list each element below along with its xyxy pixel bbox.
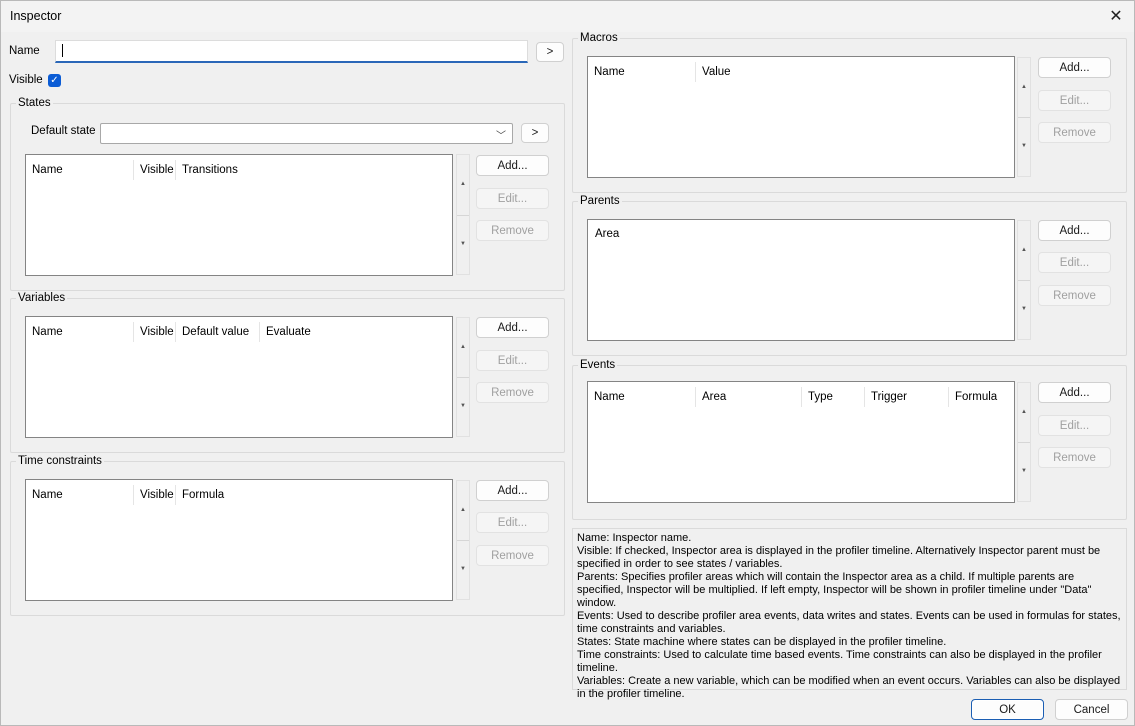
scroll-up-icon[interactable]: ▲ <box>457 344 469 350</box>
scrollbar-divider <box>1018 280 1030 281</box>
time-constraints-edit-button[interactable]: Edit... <box>476 512 549 533</box>
column-header-transitions[interactable]: Transitions <box>175 160 450 180</box>
default-state-label: Default state <box>31 125 96 137</box>
macros-edit-button[interactable]: Edit... <box>1038 90 1111 111</box>
column-header-evaluate[interactable]: Evaluate <box>259 322 449 342</box>
scroll-up-icon[interactable]: ▲ <box>1018 84 1030 90</box>
scrollbar-divider <box>457 540 469 541</box>
column-header-trigger[interactable]: Trigger <box>864 387 948 407</box>
column-header-name[interactable]: Name <box>26 160 133 180</box>
events-scrollbar[interactable]: ▲ ▼ <box>1017 382 1031 502</box>
column-header-visible[interactable]: Visible <box>133 485 175 505</box>
macros-remove-button[interactable]: Remove <box>1038 122 1111 143</box>
time-constraints-remove-button[interactable]: Remove <box>476 545 549 566</box>
scrollbar-divider <box>1018 442 1030 443</box>
macros-group-title: Macros <box>578 32 620 44</box>
column-header-value[interactable]: Value <box>695 62 1011 82</box>
variables-add-button[interactable]: Add... <box>476 317 549 338</box>
column-header-name[interactable]: Name <box>26 322 133 342</box>
states-group-title: States <box>16 97 53 109</box>
scrollbar-divider <box>457 377 469 378</box>
title-bar: Inspector ✕ <box>1 1 1134 32</box>
parents-list[interactable]: Area <box>587 219 1015 341</box>
column-header-type[interactable]: Type <box>801 387 864 407</box>
variables-group-title: Variables <box>16 292 68 304</box>
inspector-dialog: Inspector ✕ Name > Visible ✓ States Defa… <box>0 0 1135 726</box>
parents-group-title: Parents <box>578 195 622 207</box>
scroll-down-icon[interactable]: ▼ <box>457 566 469 572</box>
cancel-button[interactable]: Cancel <box>1055 699 1128 720</box>
variables-scrollbar[interactable]: ▲ ▼ <box>456 317 470 437</box>
column-header-area[interactable]: Area <box>695 387 801 407</box>
column-header-default-value[interactable]: Default value <box>175 322 259 342</box>
scroll-up-icon[interactable]: ▲ <box>1018 409 1030 415</box>
scroll-up-icon[interactable]: ▲ <box>457 507 469 513</box>
name-label: Name <box>9 45 40 57</box>
scroll-down-icon[interactable]: ▼ <box>457 241 469 247</box>
states-remove-button[interactable]: Remove <box>476 220 549 241</box>
column-header-visible[interactable]: Visible <box>133 160 175 180</box>
scroll-down-icon[interactable]: ▼ <box>1018 143 1030 149</box>
macros-list[interactable]: Name Value <box>587 56 1015 178</box>
text-caret <box>62 44 63 57</box>
default-state-dropdown[interactable]: ﹀ <box>100 123 513 144</box>
help-line-states: States: State machine where states can b… <box>577 636 947 648</box>
help-line-time-constraints: Time constraints: Used to calculate time… <box>577 649 1102 674</box>
states-edit-button[interactable]: Edit... <box>476 188 549 209</box>
scroll-down-icon[interactable]: ▼ <box>1018 468 1030 474</box>
variables-edit-button[interactable]: Edit... <box>476 350 549 371</box>
parents-remove-button[interactable]: Remove <box>1038 285 1111 306</box>
variables-remove-button[interactable]: Remove <box>476 382 549 403</box>
help-line-variables: Variables: Create a new variable, which … <box>577 675 1121 700</box>
states-add-button[interactable]: Add... <box>476 155 549 176</box>
column-header-name[interactable]: Name <box>26 485 133 505</box>
states-scrollbar[interactable]: ▲ ▼ <box>456 154 470 275</box>
scrollbar-divider <box>457 214 469 216</box>
close-icon[interactable]: ✕ <box>1104 5 1128 27</box>
scroll-down-icon[interactable]: ▼ <box>1018 306 1030 312</box>
time-constraints-group-title: Time constraints <box>16 455 104 467</box>
events-edit-button[interactable]: Edit... <box>1038 415 1111 436</box>
parents-add-button[interactable]: Add... <box>1038 220 1111 241</box>
name-input[interactable] <box>55 40 528 63</box>
states-list[interactable]: Name Visible Transitions <box>25 154 453 276</box>
window-title: Inspector <box>10 9 62 23</box>
scroll-up-icon[interactable]: ▲ <box>1018 247 1030 253</box>
help-line-name: Name: Inspector name. <box>577 532 692 544</box>
parents-edit-button[interactable]: Edit... <box>1038 252 1111 273</box>
column-header-visible[interactable]: Visible <box>133 322 175 342</box>
time-constraints-scrollbar[interactable]: ▲ ▼ <box>456 480 470 600</box>
column-header-formula[interactable]: Formula <box>948 387 1012 407</box>
chevron-down-icon: ﹀ <box>496 131 506 142</box>
time-constraints-add-button[interactable]: Add... <box>476 480 549 501</box>
scroll-down-icon[interactable]: ▼ <box>457 403 469 409</box>
variables-list[interactable]: Name Visible Default value Evaluate <box>25 316 453 438</box>
events-add-button[interactable]: Add... <box>1038 382 1111 403</box>
events-remove-button[interactable]: Remove <box>1038 447 1111 468</box>
column-header-formula[interactable]: Formula <box>175 485 450 505</box>
column-header-name[interactable]: Name <box>588 387 695 407</box>
default-state-go-button[interactable]: > <box>521 123 549 143</box>
macros-add-button[interactable]: Add... <box>1038 57 1111 78</box>
events-list[interactable]: Name Area Type Trigger Formula <box>587 381 1015 503</box>
name-go-button[interactable]: > <box>536 42 564 62</box>
help-line-visible: Visible: If checked, Inspector area is d… <box>577 545 1101 570</box>
events-group-title: Events <box>578 359 618 371</box>
help-line-events: Events: Used to describe profiler area e… <box>577 610 1121 635</box>
help-line-parents: Parents: Specifies profiler areas which … <box>577 571 1092 609</box>
time-constraints-list[interactable]: Name Visible Formula <box>25 479 453 601</box>
help-text-panel: Name: Inspector name. Visible: If checke… <box>572 528 1127 700</box>
visible-checkbox[interactable]: ✓ <box>48 74 61 87</box>
macros-scrollbar[interactable]: ▲ ▼ <box>1017 57 1031 177</box>
ok-button[interactable]: OK <box>971 699 1044 720</box>
visible-label: Visible <box>9 74 43 86</box>
column-header-name[interactable]: Name <box>588 62 695 82</box>
scroll-up-icon[interactable]: ▲ <box>457 181 469 187</box>
list-item[interactable]: Area <box>595 228 619 240</box>
scrollbar-divider <box>1018 117 1030 118</box>
parents-scrollbar[interactable]: ▲ ▼ <box>1017 220 1031 340</box>
